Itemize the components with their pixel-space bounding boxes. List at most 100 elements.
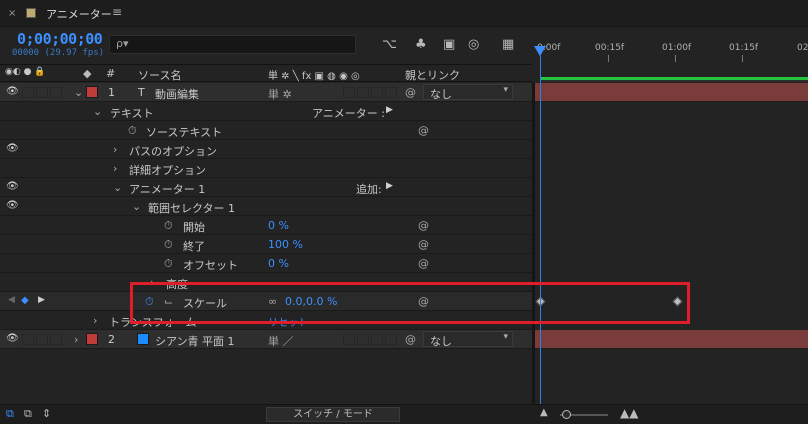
- close-tab-icon[interactable]: ×: [8, 8, 16, 19]
- stopwatch-icon[interactable]: ⏱: [164, 238, 173, 252]
- zoom-in-icon[interactable]: ▲▲: [620, 406, 638, 420]
- parent-link-header: 親とリンク: [405, 69, 460, 82]
- shy-layers-icon[interactable]: ♣: [415, 37, 427, 52]
- time-ruler[interactable]: 0:00f 00:15f 01:00f 01:15f 02: [535, 27, 808, 83]
- av-switches-header: ◉◐ ● 🔒: [5, 67, 46, 77]
- ruler-tick-label: 01:00f: [662, 43, 692, 53]
- property-value[interactable]: 0 %: [268, 257, 289, 270]
- solo-switch[interactable]: [36, 334, 48, 345]
- playhead-handle[interactable]: [534, 46, 546, 56]
- pickwhip-spiral-icon[interactable]: @: [418, 124, 429, 137]
- switch-box[interactable]: [343, 334, 355, 345]
- solo-switch[interactable]: [36, 87, 48, 98]
- zoom-out-icon[interactable]: ▲: [540, 407, 548, 418]
- panel-menu-icon[interactable]: ≡: [112, 5, 122, 19]
- pickwhip-spiral-icon[interactable]: @: [418, 257, 429, 270]
- pickwhip-spiral-icon[interactable]: @: [405, 86, 416, 99]
- chevron-down-icon[interactable]: ⌄: [93, 105, 102, 118]
- add-animator-icon[interactable]: ▶: [386, 105, 393, 115]
- switch-box[interactable]: [357, 87, 369, 98]
- layer-number: 2: [108, 333, 115, 346]
- eye-icon[interactable]: 👁: [6, 333, 19, 344]
- switch-box[interactable]: [343, 87, 355, 98]
- add-property-icon[interactable]: ▶: [386, 181, 393, 191]
- ruler-tick-label: 00:15f: [595, 43, 625, 53]
- property-row[interactable]: ⏱ 終了 100 % @: [0, 235, 532, 254]
- add-keyframe-icon[interactable]: ◆: [21, 295, 29, 306]
- next-keyframe-icon[interactable]: ▶: [38, 295, 45, 305]
- property-group-row[interactable]: › 詳細オプション: [0, 159, 532, 178]
- number-column-header: #: [106, 67, 116, 80]
- chevron-right-icon[interactable]: ›: [113, 143, 117, 156]
- label-color-swatch[interactable]: [86, 86, 98, 98]
- column-header: ◉◐ ● 🔒 ◆ # ソース名 単 ✲ ╲ fx ▣ ◍ ◉ ◎ 親とリンク: [0, 64, 532, 82]
- layer-search-input[interactable]: ρ▾: [109, 35, 356, 54]
- panel-tab-bar: × アニメーター ≡: [0, 0, 808, 27]
- pickwhip-spiral-icon[interactable]: @: [418, 238, 429, 251]
- previous-keyframe-icon[interactable]: ◀: [8, 295, 15, 305]
- pane-divider[interactable]: [532, 83, 535, 404]
- chevron-right-icon[interactable]: ›: [113, 162, 117, 175]
- label-color-swatch[interactable]: [86, 333, 98, 345]
- property-group-row[interactable]: 👁 ⌄ アニメーター 1 追加: ▶: [0, 178, 532, 197]
- lock-switch[interactable]: [50, 87, 62, 98]
- chevron-down-icon[interactable]: ⌄: [132, 200, 141, 213]
- switch-box[interactable]: [385, 87, 397, 98]
- eye-icon[interactable]: 👁: [6, 86, 19, 97]
- frame-blending-icon[interactable]: ▣: [443, 37, 455, 52]
- eye-icon[interactable]: 👁: [6, 181, 19, 192]
- pickwhip-spiral-icon[interactable]: @: [418, 219, 429, 232]
- composition-flowchart-icon[interactable]: ⌥: [382, 37, 397, 52]
- layer-duration-bar[interactable]: [535, 330, 808, 349]
- switch-box[interactable]: [385, 334, 397, 345]
- in-out-toggle-icon[interactable]: ⇕: [42, 407, 51, 420]
- chevron-right-icon[interactable]: ›: [74, 333, 78, 346]
- audio-switch[interactable]: [22, 334, 34, 345]
- lock-switch[interactable]: [50, 334, 62, 345]
- zoom-slider-thumb[interactable]: [562, 410, 571, 419]
- eye-icon[interactable]: 👁: [6, 200, 19, 211]
- ruler-tick-label: 02: [797, 43, 808, 53]
- property-value[interactable]: 100 %: [268, 238, 303, 251]
- motion-blur-icon[interactable]: ◎: [468, 37, 479, 52]
- property-group-row[interactable]: 👁 › パスのオプション: [0, 140, 532, 159]
- switch-box[interactable]: [371, 334, 383, 345]
- switch-box[interactable]: [371, 87, 383, 98]
- pickwhip-spiral-icon[interactable]: @: [405, 333, 416, 346]
- chevron-right-icon[interactable]: ›: [93, 314, 97, 327]
- stopwatch-icon[interactable]: ⏱: [128, 124, 137, 138]
- layer-row[interactable]: 👁 › 2 シアン青 平面 1 単 ／ @ なし ▾: [0, 330, 532, 349]
- property-value[interactable]: 0 %: [268, 219, 289, 232]
- current-timecode[interactable]: 0;00;00;00: [17, 30, 103, 48]
- property-group-row[interactable]: 👁 ⌄ 範囲セレクター 1: [0, 197, 532, 216]
- layer-name[interactable]: 動画編集: [155, 86, 199, 102]
- property-row[interactable]: ⏱ ソーステキスト @: [0, 121, 532, 140]
- parent-dropdown[interactable]: なし ▾: [423, 84, 513, 101]
- graph-editor-icon[interactable]: ▦: [502, 37, 514, 52]
- source-name-header[interactable]: ソース名: [138, 67, 181, 83]
- label-column-icon[interactable]: ◆: [83, 67, 91, 80]
- layer-number: 1: [108, 86, 115, 99]
- layer-switches[interactable]: 単 ／: [268, 333, 294, 349]
- layer-name[interactable]: シアン青 平面 1: [155, 333, 235, 349]
- audio-switch[interactable]: [22, 87, 34, 98]
- modes-toggle-icon[interactable]: ⧉: [24, 407, 32, 421]
- chevron-down-icon[interactable]: ⌄: [74, 86, 83, 99]
- switch-box[interactable]: [357, 334, 369, 345]
- property-name: 終了: [183, 240, 205, 253]
- stopwatch-icon[interactable]: ⏱: [164, 219, 173, 233]
- layer-row[interactable]: 👁 ⌄ 1 T 動画編集 単 ✲ @ なし ▾: [0, 83, 532, 102]
- property-row[interactable]: ⏱ 開始 0 % @: [0, 216, 532, 235]
- parent-dropdown[interactable]: なし ▾: [423, 331, 513, 348]
- eye-icon[interactable]: 👁: [6, 143, 19, 154]
- stopwatch-icon[interactable]: ⏱: [164, 257, 173, 271]
- panel-title[interactable]: アニメーター: [46, 6, 112, 22]
- property-row[interactable]: ⏱ オフセット 0 % @: [0, 254, 532, 273]
- layer-switches-toggle-icon[interactable]: ⧉: [6, 407, 14, 421]
- toggle-switches-modes-button[interactable]: スイッチ / モード: [266, 407, 400, 422]
- layer-duration-bar[interactable]: [535, 83, 808, 102]
- chevron-down-icon[interactable]: ⌄: [113, 181, 122, 194]
- property-name: 範囲セレクター 1: [148, 202, 236, 215]
- property-group-row[interactable]: ⌄ テキスト アニメーター : ▶: [0, 102, 532, 121]
- layer-switches[interactable]: 単 ✲: [268, 86, 292, 102]
